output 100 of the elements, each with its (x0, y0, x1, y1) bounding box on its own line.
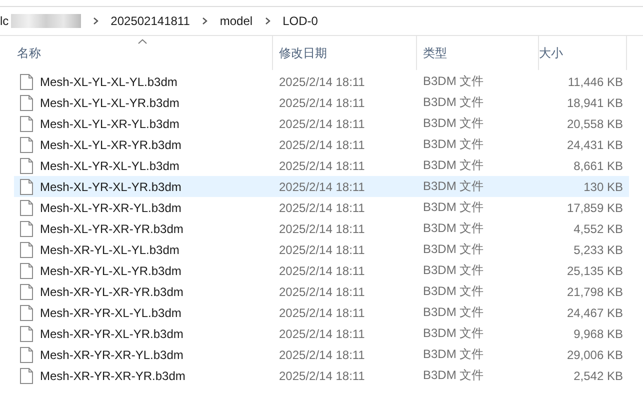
file-size: 25,135 KB (566, 264, 623, 278)
file-name: Mesh-XL-YL-XR-YR.b3dm (40, 138, 182, 152)
modified-date: 2025/2/14 18:11 (279, 326, 365, 340)
file-name: Mesh-XL-YL-XL-YL.b3dm (40, 74, 178, 88)
file-name: Mesh-XL-YR-XL-YR.b3dm (40, 180, 182, 194)
file-size: 4,552 KB (574, 222, 623, 236)
file-type: B3DM 文件 (423, 284, 484, 298)
file-type: B3DM 文件 (423, 305, 484, 319)
file-icon (20, 346, 33, 362)
file-row[interactable]: Mesh-XL-YR-XR-YL.b3dm 2025/2/14 18:11 B3DM 文件 17,859 KB (14, 197, 629, 218)
file-size: 2,542 KB (574, 368, 623, 382)
file-size: 130 KB (584, 180, 623, 194)
file-type: B3DM 文件 (423, 179, 484, 193)
file-row[interactable]: Mesh-XR-YL-XR-YR.b3dm 2025/2/14 18:11 B3DM 文件 21,798 KB (14, 281, 629, 302)
file-row[interactable]: Mesh-XR-YL-XL-YL.b3dm 2025/2/14 18:11 B3DM 文件 5,233 KB (14, 239, 629, 260)
file-row[interactable]: Mesh-XR-YL-XL-YR.b3dm 2025/2/14 18:11 B3DM 文件 25,135 KB (14, 260, 629, 281)
file-icon (20, 304, 33, 320)
file-icon (20, 200, 33, 216)
file-name: Mesh-XR-YR-XR-YR.b3dm (40, 368, 186, 382)
file-name: Mesh-XR-YR-XL-YL.b3dm (40, 306, 182, 320)
file-icon (20, 242, 33, 258)
file-size: 24,431 KB (566, 138, 623, 152)
column-header[interactable]: 名称 (0, 36, 273, 70)
file-row[interactable]: Mesh-XL-YR-XL-YL.b3dm 2025/2/14 18:11 B3DM 文件 8,661 KB (14, 155, 629, 176)
column-header[interactable]: 大小 (539, 36, 627, 70)
file-size: 11,446 KB (568, 74, 623, 88)
file-icon (20, 74, 33, 90)
modified-date: 2025/2/14 18:11 (279, 158, 365, 172)
file-row[interactable]: Mesh-XL-YL-XL-YR.b3dm 2025/2/14 18:11 B3DM 文件 18,941 KB (14, 92, 629, 113)
file-name: Mesh-XR-YR-XR-YL.b3dm (40, 348, 184, 362)
file-icon (20, 178, 33, 194)
modified-date: 2025/2/14 18:11 (279, 116, 365, 130)
file-row[interactable]: Mesh-XR-YR-XL-YR.b3dm 2025/2/14 18:11 B3DM 文件 9,968 KB (14, 323, 629, 344)
file-name: Mesh-XR-YR-XL-YR.b3dm (40, 326, 184, 340)
file-type: B3DM 文件 (423, 95, 484, 109)
file-row[interactable]: Mesh-XL-YL-XR-YR.b3dm 2025/2/14 18:11 B3DM 文件 24,431 KB (14, 134, 629, 155)
file-icon (20, 116, 33, 132)
file-icon (20, 284, 33, 300)
file-name: Mesh-XR-YL-XL-YR.b3dm (40, 264, 182, 278)
file-size: 18,941 KB (566, 96, 623, 110)
modified-date: 2025/2/14 18:11 (279, 368, 365, 382)
file-type: B3DM 文件 (423, 326, 484, 340)
modified-date: 2025/2/14 18:11 (279, 138, 365, 152)
file-row[interactable]: Mesh-XL-YR-XR-YR.b3dm 2025/2/14 18:11 B3DM 文件 4,552 KB (14, 218, 629, 239)
modified-date: 2025/2/14 18:11 (279, 96, 365, 110)
file-size: 24,467 KB (566, 306, 623, 320)
breadcrumb-item[interactable]: LOD-0 (282, 14, 318, 28)
file-icon (20, 158, 33, 174)
chevron-right-icon (264, 17, 271, 25)
file-row[interactable]: Mesh-XL-YR-XL-YR.b3dm 2025/2/14 18:11 B3DM 文件 130 KB (14, 176, 629, 197)
file-type: B3DM 文件 (423, 116, 484, 130)
file-size: 8,661 KB (574, 158, 623, 172)
file-type: B3DM 文件 (423, 347, 484, 361)
modified-date: 2025/2/14 18:11 (279, 74, 365, 88)
file-type: B3DM 文件 (423, 242, 484, 256)
modified-date: 2025/2/14 18:11 (279, 242, 365, 256)
file-row[interactable]: Mesh-XR-YR-XR-YL.b3dm 2025/2/14 18:11 B3DM 文件 29,006 KB (14, 344, 629, 365)
file-icon (20, 94, 33, 110)
file-type: B3DM 文件 (423, 74, 484, 88)
file-name: Mesh-XL-YL-XL-YR.b3dm (40, 96, 180, 110)
file-row[interactable]: Mesh-XR-YR-XR-YR.b3dm 2025/2/14 18:11 B3DM 文件 2,542 KB (14, 365, 629, 386)
modified-date: 2025/2/14 18:11 (279, 180, 365, 194)
file-icon (20, 220, 33, 236)
file-size: 20,558 KB (566, 116, 623, 130)
file-size: 29,006 KB (566, 348, 623, 362)
file-size: 21,798 KB (566, 284, 623, 298)
file-name: Mesh-XL-YR-XR-YR.b3dm (40, 222, 184, 236)
modified-date: 2025/2/14 18:11 (279, 264, 365, 278)
file-row[interactable]: Mesh-XR-YR-XL-YL.b3dm 2025/2/14 18:11 B3DM 文件 24,467 KB (14, 302, 629, 323)
column-header[interactable]: 类型 (417, 36, 539, 70)
file-size: 17,859 KB (566, 200, 623, 214)
file-name: Mesh-XL-YL-XR-YL.b3dm (40, 116, 180, 130)
file-row[interactable]: Mesh-XL-YL-XL-YL.b3dm 2025/2/14 18:11 B3DM 文件 11,446 KB (14, 71, 629, 92)
file-type: B3DM 文件 (423, 200, 484, 214)
file-icon (20, 326, 33, 342)
breadcrumb-item[interactable]: 202502141811 (110, 14, 190, 28)
file-type: B3DM 文件 (423, 263, 484, 277)
chevron-right-icon (202, 17, 208, 25)
modified-date: 2025/2/14 18:11 (279, 284, 365, 298)
file-icon (20, 368, 33, 384)
file-row[interactable]: Mesh-XL-YL-XR-YL.b3dm 2025/2/14 18:11 B3DM 文件 20,558 KB (14, 113, 629, 134)
file-icon (20, 262, 33, 278)
file-size: 9,968 KB (574, 326, 623, 340)
column-header[interactable]: 修改日期 (273, 36, 417, 70)
modified-date: 2025/2/14 18:11 (279, 200, 365, 214)
file-icon (20, 136, 33, 152)
file-name: Mesh-XR-YL-XL-YL.b3dm (40, 242, 180, 256)
redacted-block (10, 14, 81, 28)
file-size: 5,233 KB (574, 242, 623, 256)
file-name: Mesh-XL-YR-XL-YL.b3dm (40, 158, 180, 172)
file-name: Mesh-XR-YL-XR-YR.b3dm (40, 284, 184, 298)
file-type: B3DM 文件 (423, 158, 484, 172)
breadcrumb-item[interactable]: lc (0, 14, 9, 28)
file-type: B3DM 文件 (423, 221, 484, 235)
modified-date: 2025/2/14 18:11 (279, 222, 365, 236)
chevron-right-icon (92, 17, 99, 25)
file-type: B3DM 文件 (423, 137, 484, 151)
modified-date: 2025/2/14 18:11 (279, 348, 365, 362)
file-name: Mesh-XL-YR-XR-YL.b3dm (40, 200, 182, 214)
breadcrumb-item[interactable]: model (220, 14, 253, 28)
